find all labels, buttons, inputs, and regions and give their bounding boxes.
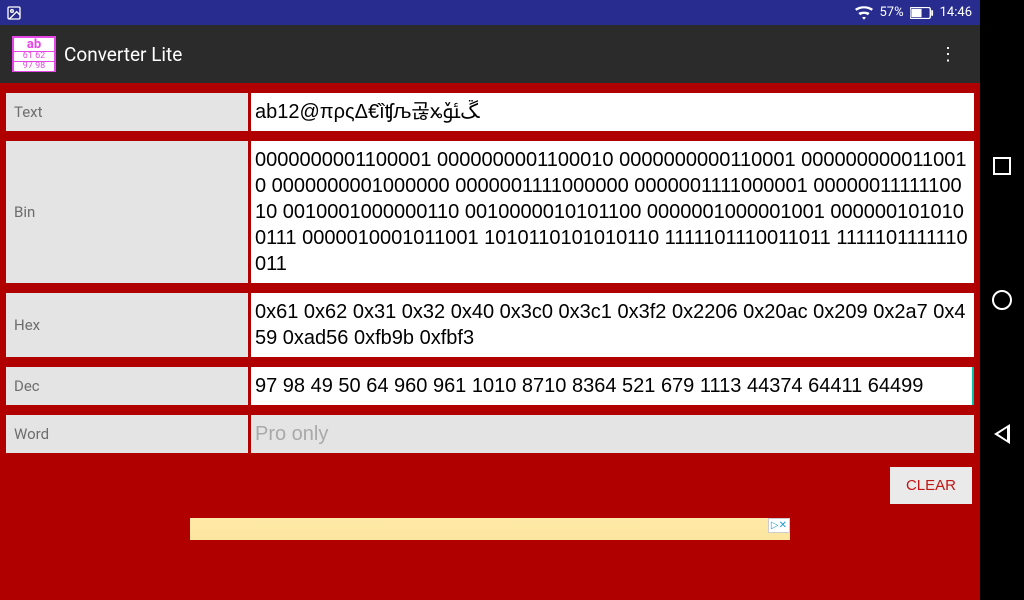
android-nav-bar [980,0,1024,600]
ad-banner[interactable]: ▷✕ [190,518,790,540]
label-text: Text [6,93,248,131]
row-dec: Dec 97 98 49 50 64 960 961 1010 8710 836… [6,367,974,405]
word-input: Pro only [251,415,974,453]
row-bin: Bin 0000000001100001 0000000001100010 00… [6,141,974,283]
back-button[interactable] [990,422,1014,446]
label-hex: Hex [6,293,248,357]
label-word: Word [6,415,248,453]
home-button[interactable] [990,288,1014,312]
battery-percentage: 57% [879,5,903,20]
app-icon: ab 61 62 97 98 [12,36,56,72]
overflow-menu-icon[interactable]: ⋮ [928,44,968,65]
dec-input[interactable]: 97 98 49 50 64 960 961 1010 8710 8364 52… [251,367,974,405]
row-text: Text ab12@πρςΔ€ȉʧљ곦ꭖﮛﯳ [6,93,974,131]
row-word: Word Pro only [6,415,974,453]
label-dec: Dec [6,367,248,405]
status-bar: 57% 14:46 [0,0,980,25]
clear-button[interactable]: CLEAR [890,467,972,504]
recent-apps-button[interactable] [990,154,1014,178]
text-input[interactable]: ab12@πρςΔ€ȉʧљ곦ꭖﮛﯳ [251,93,974,131]
hex-input[interactable]: 0x61 0x62 0x31 0x32 0x40 0x3c0 0x3c1 0x3… [251,293,974,357]
row-hex: Hex 0x61 0x62 0x31 0x32 0x40 0x3c0 0x3c1… [6,293,974,357]
app-bar: ab 61 62 97 98 Converter Lite ⋮ [0,25,980,83]
wifi-icon [855,6,873,20]
label-bin: Bin [6,141,248,283]
app-title: Converter Lite [64,43,182,66]
clock: 14:46 [940,5,972,20]
content-area: Text ab12@πρςΔ€ȉʧљ곦ꭖﮛﯳ Bin 0000000001100… [0,83,980,600]
battery-icon [910,7,934,19]
bin-input[interactable]: 0000000001100001 0000000001100010 000000… [251,141,974,283]
ad-controls-icon[interactable]: ▷✕ [768,518,790,533]
screenshot-icon [6,5,22,21]
